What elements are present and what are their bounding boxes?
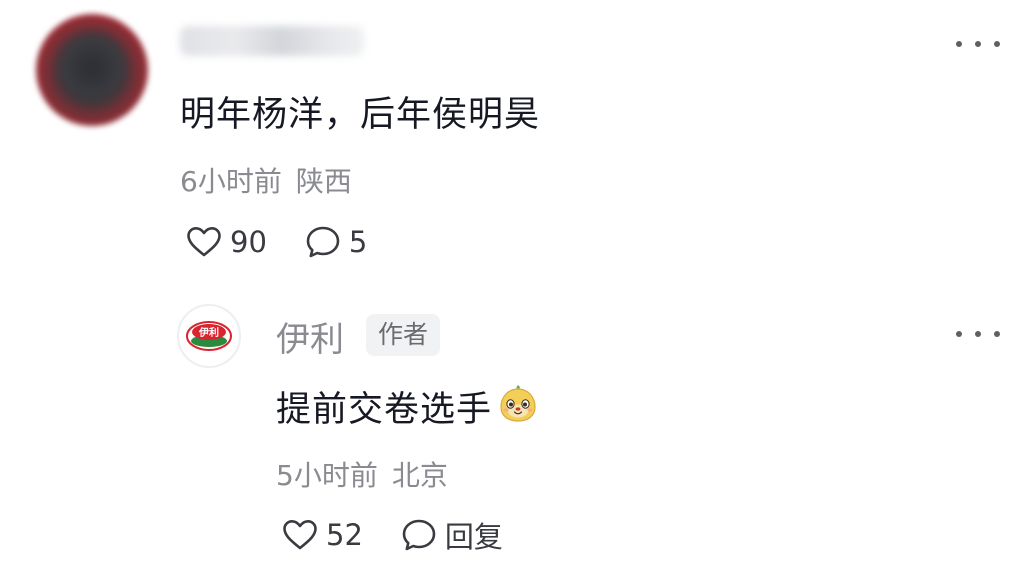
brand-avatar[interactable]: 伊利 bbox=[177, 304, 241, 368]
reply-button[interactable]: 回复 bbox=[401, 514, 503, 556]
reply-meta: 5小时前 北京 bbox=[276, 454, 448, 494]
more-dots-icon bbox=[956, 41, 962, 47]
reply-location: 北京 bbox=[391, 459, 448, 492]
reply-button-label: 回复 bbox=[444, 520, 503, 554]
reply-like-count: 52 bbox=[326, 518, 363, 552]
comment-thread: 明年杨洋，后年侯明昊 6小时前 陕西 90 5 伊利 伊利 作者 提前交卷选手 … bbox=[0, 0, 1024, 561]
reply-more-options-button[interactable] bbox=[956, 322, 1000, 346]
reply-text-row: 提前交卷选手 bbox=[276, 380, 540, 433]
heart-outline-icon bbox=[283, 520, 317, 550]
username-blurred[interactable] bbox=[180, 26, 364, 56]
user-avatar[interactable] bbox=[36, 14, 148, 126]
comment-text: 明年杨洋，后年侯明昊 bbox=[180, 95, 541, 135]
reply-like-button[interactable]: 52 bbox=[282, 518, 363, 552]
comment-location: 陕西 bbox=[295, 165, 352, 198]
comment-meta: 6小时前 陕西 bbox=[180, 160, 352, 200]
like-button[interactable]: 90 bbox=[186, 225, 267, 259]
smiling-pear-emoji-icon bbox=[496, 380, 540, 433]
brand-logo-text: 伊利 bbox=[198, 326, 219, 339]
more-dots-icon bbox=[956, 331, 962, 337]
comment-bubble-icon bbox=[402, 519, 436, 551]
comment-bubble-icon bbox=[306, 226, 340, 258]
reply-count: 5 bbox=[348, 225, 368, 259]
reply-actions: 52 回复 bbox=[282, 515, 503, 555]
heart-outline-icon bbox=[187, 227, 221, 257]
like-count: 90 bbox=[230, 225, 267, 259]
reply-author-name[interactable]: 伊利 bbox=[276, 312, 344, 361]
comment-actions: 90 5 bbox=[186, 222, 367, 262]
author-badge: 作者 bbox=[366, 314, 441, 356]
reply-count-button[interactable]: 5 bbox=[305, 225, 367, 259]
reply-time: 5小时前 bbox=[276, 459, 378, 492]
comment-time: 6小时前 bbox=[180, 165, 282, 198]
more-options-button[interactable] bbox=[956, 32, 1000, 56]
reply-text: 提前交卷选手 bbox=[276, 390, 493, 430]
yili-logo-icon: 伊利 bbox=[186, 321, 232, 351]
